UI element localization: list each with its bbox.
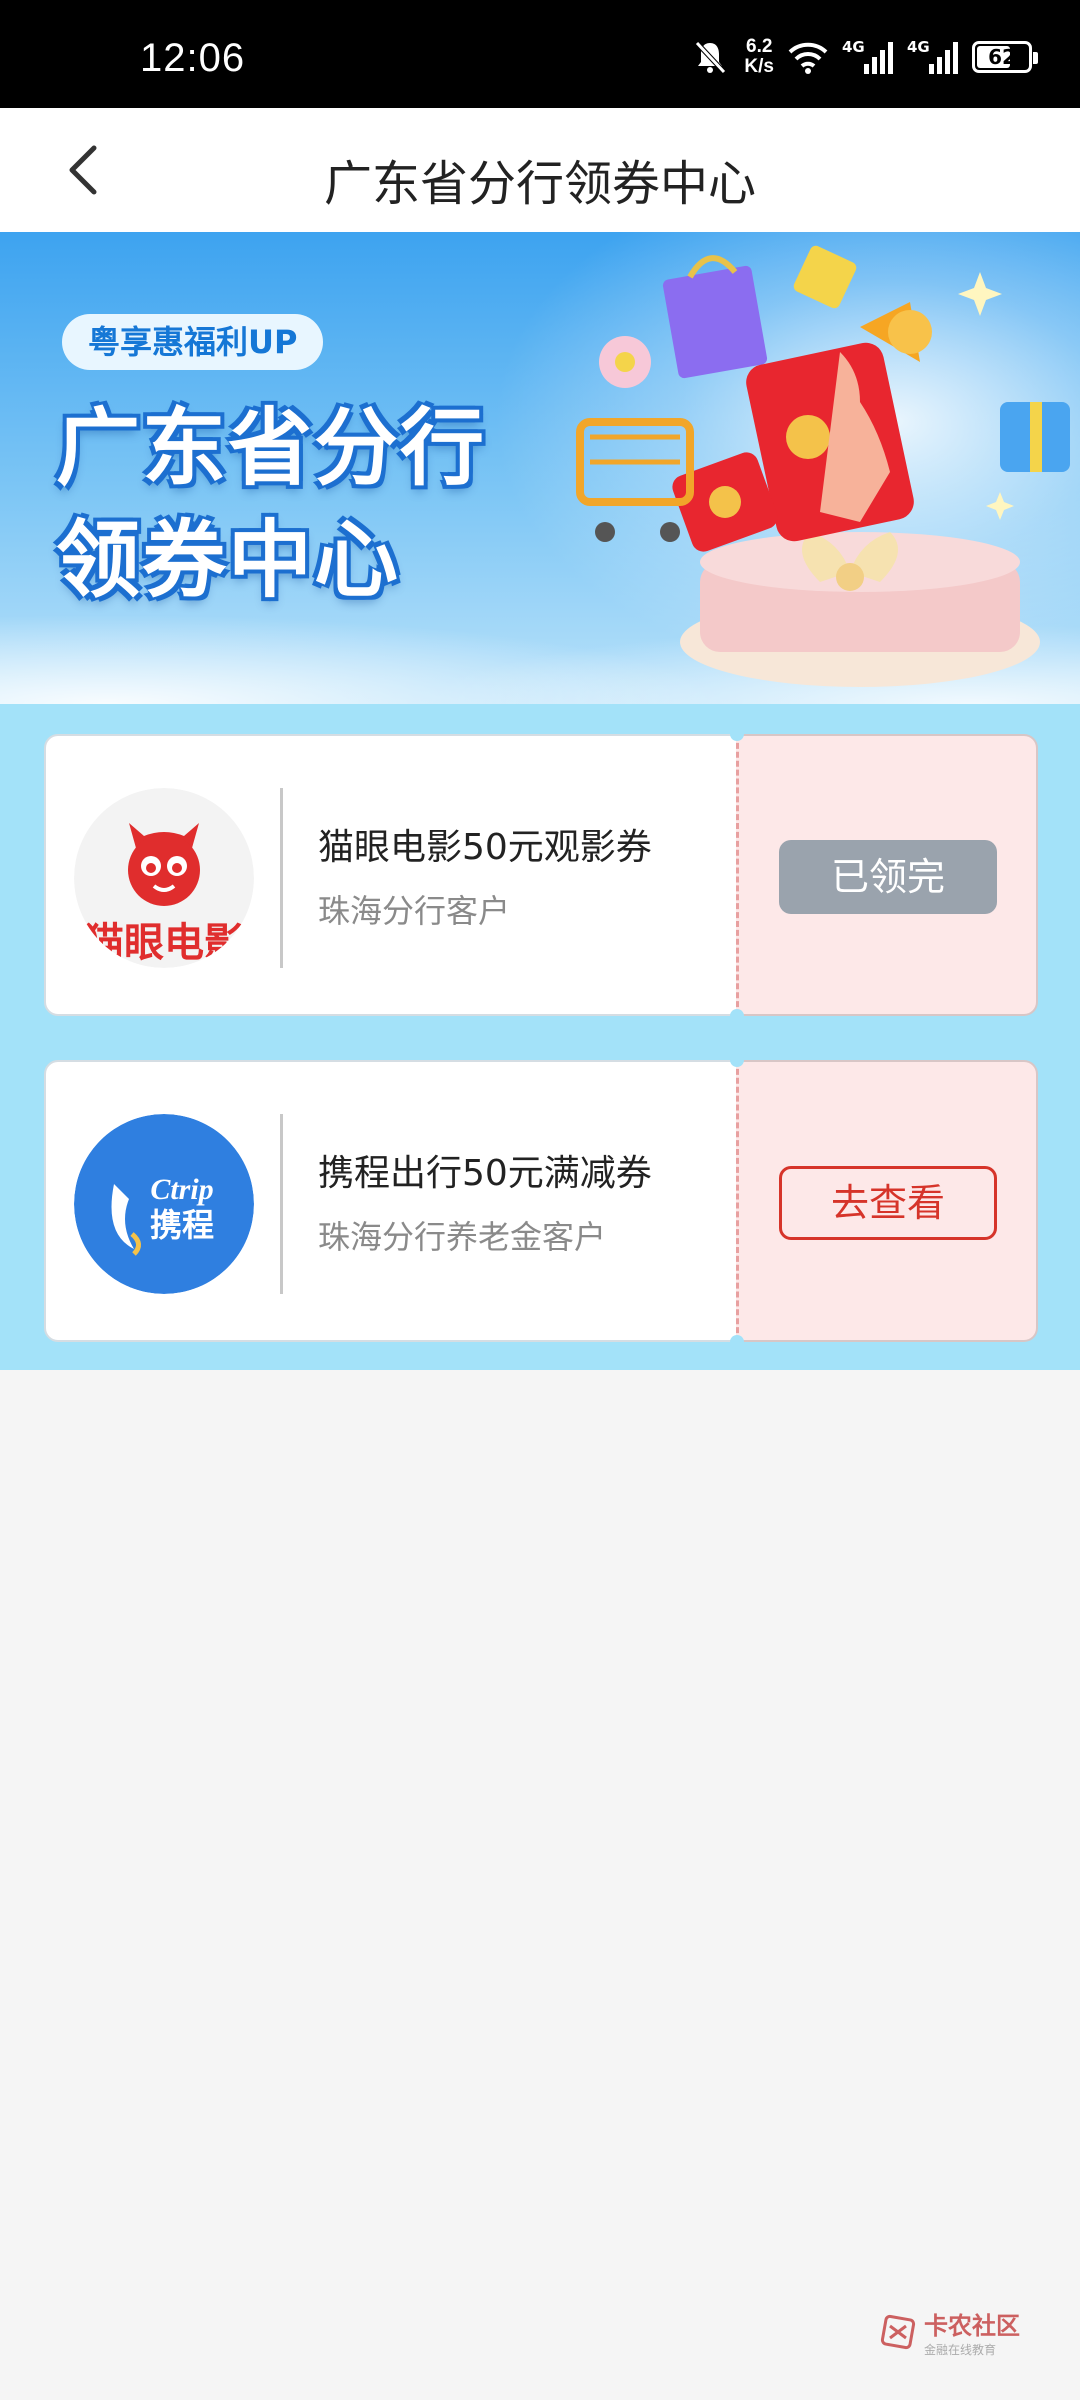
coupon-card-maoyan: 猫眼电影 猫眼电影50元观影券 珠海分行客户 已领完 <box>44 727 1038 1023</box>
coupon-info: Ctrip 携程 携程出行50元满减券 珠海分行养老金客户 <box>44 1060 738 1342</box>
mute-bell-icon <box>695 41 727 74</box>
ticket-notch <box>730 1009 744 1023</box>
coupon-action: 已领完 <box>736 734 1038 1016</box>
status-bar: 12:06 6.2 K/s 4G 4G 62 <box>0 0 1080 108</box>
banner-title-line1: 广东省分行 <box>56 399 487 497</box>
claimed-button[interactable]: 已领完 <box>779 840 997 914</box>
network-speed-value: 6.2 <box>746 36 773 57</box>
ctrip-dolphin-icon: Ctrip 携程 <box>74 1114 254 1294</box>
sim2-type: 4G <box>907 38 930 56</box>
coupon-divider <box>280 788 283 968</box>
battery-icon: 62 <box>972 41 1038 73</box>
ticket-notch <box>730 1335 744 1349</box>
banner-title-line2: 领券中心 <box>56 511 401 609</box>
ctrip-logo-cn: 携程 <box>150 1206 214 1244</box>
banner-title: 广东省分行 领券中心 <box>56 392 486 616</box>
battery-level: 62 <box>988 45 1016 69</box>
view-coupon-button[interactable]: 去查看 <box>779 1166 997 1240</box>
ticket-notch <box>730 1053 744 1067</box>
maoyan-cat-icon: 猫眼电影 <box>74 788 254 968</box>
coupon-eligibility: 珠海分行养老金客户 <box>318 1218 607 1256</box>
watermark-main: 卡农社区 <box>924 2312 1020 2340</box>
ctrip-logo-en: Ctrip <box>150 1173 213 1206</box>
coupon-info: 猫眼电影 猫眼电影50元观影券 珠海分行客户 <box>44 734 738 1016</box>
coupon-card-ctrip: Ctrip 携程 携程出行50元满减券 珠海分行养老金客户 去查看 <box>44 1053 1038 1349</box>
banner-tag: 粤享惠福利UP <box>62 314 324 370</box>
maoyan-logo: 猫眼电影 <box>74 788 254 968</box>
kanong-logo-icon <box>880 2314 916 2350</box>
wifi-icon <box>788 42 828 74</box>
network-speed-unit: K/s <box>744 56 774 77</box>
watermark: 卡农社区 金融在线教育 <box>880 2306 1020 2358</box>
promo-banner: 粤享惠福利UP 广东省分行 领券中心 <box>0 232 1080 704</box>
coupon-eligibility: 珠海分行客户 <box>318 892 511 930</box>
signal-sim1-icon: 4G <box>842 38 893 74</box>
watermark-text: 卡农社区 金融在线教育 <box>924 2306 1020 2358</box>
coupon-name: 猫眼电影50元观影券 <box>318 827 652 868</box>
ctrip-logo: Ctrip 携程 <box>74 1114 254 1294</box>
nav-header: 广东省分行领券中心 <box>0 108 1080 232</box>
ticket-notch <box>730 727 744 741</box>
maoyan-logo-text: 猫眼电影 <box>84 920 244 966</box>
status-icons: 6.2 K/s 4G 4G 62 <box>690 30 1038 84</box>
coupon-action: 去查看 <box>736 1060 1038 1342</box>
coupon-list: 猫眼电影 猫眼电影50元观影券 珠海分行客户 已领完 Ctrip 携程 携程出行… <box>0 704 1080 1370</box>
coupon-name: 携程出行50元满减券 <box>318 1153 652 1194</box>
sim1-type: 4G <box>842 38 865 56</box>
network-speed: 6.2 K/s <box>744 37 774 77</box>
watermark-sub: 金融在线教育 <box>924 2343 997 2357</box>
status-time: 12:06 <box>140 36 246 80</box>
gift-illustration <box>576 245 1070 687</box>
coupon-divider <box>280 1114 283 1294</box>
page-title: 广东省分行领券中心 <box>323 156 756 212</box>
signal-sim2-icon: 4G <box>907 38 958 74</box>
